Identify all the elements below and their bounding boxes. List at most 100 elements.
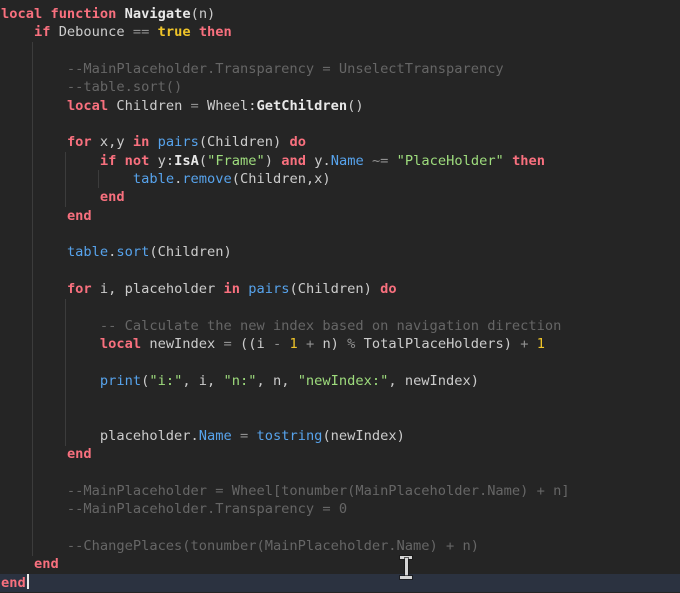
code-token: in bbox=[223, 281, 241, 298]
code-line[interactable] bbox=[1, 519, 680, 537]
code-token: table bbox=[66, 244, 109, 261]
code-token: end bbox=[1, 574, 26, 591]
code-line[interactable]: for x,y in pairs(Children) do bbox=[1, 133, 680, 151]
code-token: pairs bbox=[248, 281, 290, 298]
code-line[interactable] bbox=[1, 115, 680, 133]
code-line[interactable]: end bbox=[1, 445, 680, 463]
code-line[interactable]: -- Calculate the new index based on navi… bbox=[1, 317, 680, 335]
code-line[interactable] bbox=[1, 225, 680, 243]
code-token: in bbox=[132, 134, 150, 151]
code-line[interactable] bbox=[1, 262, 680, 280]
code-line[interactable]: if Debounce == true then bbox=[1, 23, 680, 41]
code-token: --table.sort() bbox=[1, 79, 183, 96]
code-token: sort bbox=[116, 244, 150, 261]
code-token: () bbox=[347, 97, 364, 114]
code-token: IsA bbox=[174, 152, 199, 169]
script-editor[interactable]: local function Navigate(n) if Debounce =… bbox=[0, 0, 680, 593]
code-token: --MainPlaceholder.Transparency = Unselec… bbox=[1, 61, 504, 78]
code-line[interactable]: print("i:", i, "n:", n, "newIndex:", new… bbox=[1, 372, 680, 390]
code-token: Wheel: bbox=[198, 97, 257, 114]
code-token: then bbox=[512, 152, 546, 169]
code-token: end bbox=[33, 556, 59, 573]
code-token: Debounce bbox=[50, 24, 133, 41]
code-line[interactable]: end bbox=[0, 573, 680, 592]
code-token: , i, bbox=[182, 372, 224, 389]
code-token: = bbox=[240, 427, 249, 444]
code-token: -- Calculate the new index based on navi… bbox=[1, 317, 562, 334]
code-line[interactable]: table.sort(Children) bbox=[1, 243, 680, 261]
code-token: "i:" bbox=[149, 372, 183, 389]
code-line[interactable]: table.remove(Children,x) bbox=[1, 170, 680, 188]
code-token: not bbox=[124, 152, 150, 169]
code-token: (n) bbox=[190, 6, 216, 22]
code-token: for bbox=[66, 134, 92, 151]
code-token: (Children) bbox=[149, 244, 232, 261]
code-line[interactable]: local Children = Wheel:GetChildren() bbox=[1, 97, 680, 115]
code-token: end bbox=[99, 189, 125, 206]
code-token: tostring bbox=[256, 427, 323, 444]
code-line[interactable]: local newIndex = ((i - 1 + n) % TotalPla… bbox=[1, 335, 680, 353]
code-token: (Children) bbox=[289, 281, 381, 298]
code-token: for bbox=[66, 281, 92, 298]
code-line[interactable]: --MainPlaceholder.Transparency = Unselec… bbox=[1, 60, 680, 78]
code-line[interactable]: --ChangePlaces(tonumber(MainPlaceholder.… bbox=[1, 537, 680, 555]
code-token: , n, bbox=[256, 372, 298, 389]
code-line[interactable]: --MainPlaceholder = Wheel[tonumber(MainP… bbox=[1, 482, 680, 500]
code-line[interactable] bbox=[1, 354, 680, 372]
code-token: local bbox=[66, 97, 109, 114]
code-token: Name bbox=[330, 152, 364, 169]
code-token: local bbox=[1, 6, 43, 22]
code-line[interactable]: if not y:IsA("Frame") and y.Name ~= "Pla… bbox=[1, 152, 680, 170]
code-token: and bbox=[281, 152, 306, 169]
code-token: then bbox=[198, 24, 232, 41]
code-token: "newIndex:" bbox=[297, 372, 389, 389]
code-token: Navigate bbox=[124, 6, 191, 22]
code-token: --ChangePlaces(tonumber(MainPlaceholder.… bbox=[1, 537, 479, 554]
code-token: end bbox=[66, 446, 92, 463]
code-token: remove bbox=[182, 171, 232, 188]
code-token: placeholder. bbox=[1, 427, 199, 444]
code-line[interactable] bbox=[1, 42, 680, 60]
code-line[interactable]: --table.sort() bbox=[1, 78, 680, 96]
code-token: do bbox=[380, 281, 397, 298]
code-line[interactable]: end bbox=[1, 207, 680, 225]
code-line[interactable]: placeholder.Name = tostring(newIndex) bbox=[1, 427, 680, 445]
code-token: function bbox=[50, 6, 117, 22]
code-token: == bbox=[132, 24, 150, 41]
code-token: true bbox=[157, 24, 191, 41]
code-token: TotalPlaceHolders) bbox=[355, 336, 521, 353]
code-line[interactable] bbox=[1, 299, 680, 317]
code-token: = bbox=[190, 97, 199, 114]
code-token: , newIndex) bbox=[388, 372, 479, 389]
code-token: ~= bbox=[371, 152, 389, 169]
code-line[interactable]: --MainPlaceholder.Transparency = 0 bbox=[1, 500, 680, 518]
code-token: n) bbox=[314, 336, 348, 353]
code-line[interactable] bbox=[1, 390, 680, 408]
code-token: Name bbox=[198, 427, 232, 444]
code-line[interactable]: end bbox=[1, 188, 680, 206]
code-line[interactable] bbox=[1, 464, 680, 482]
code-line[interactable]: local function Navigate(n) bbox=[1, 5, 680, 23]
code-token: - bbox=[272, 336, 282, 353]
code-token: Children bbox=[108, 97, 191, 114]
code-line[interactable]: end bbox=[1, 555, 680, 573]
code-line[interactable]: for i, placeholder in pairs(Children) do bbox=[1, 280, 680, 298]
code-token: if bbox=[99, 152, 117, 169]
code-line[interactable] bbox=[1, 409, 680, 427]
